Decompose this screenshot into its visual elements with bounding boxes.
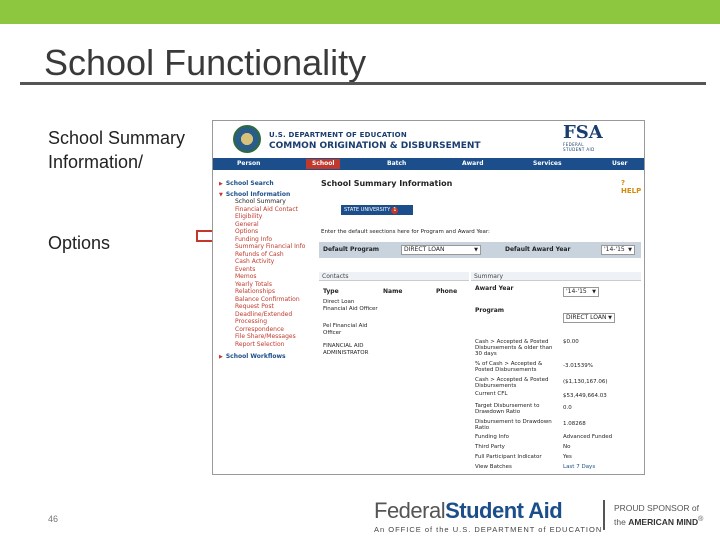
contacts-col-phone: Phone	[436, 288, 458, 295]
dept-seal-icon	[233, 125, 261, 153]
title-underline	[20, 82, 706, 85]
sidebar-item-file-share-messages[interactable]: File Share/Messages	[219, 333, 315, 341]
sidebar-item-memos[interactable]: Memos	[219, 273, 315, 281]
left-caption-school-summary: School Summary Information/	[48, 128, 186, 172]
default-award-year-select[interactable]: '14-'15 ▼	[601, 245, 635, 255]
app-header: U.S. DEPARTMENT OF EDUCATION COMMON ORIG…	[213, 121, 644, 157]
proud-sponsor-text: PROUD SPONSOR of the AMERICAN MIND®	[614, 503, 704, 527]
default-selection-bar: Default Program DIRECT LOAN ▼ Default Awa…	[319, 242, 641, 258]
nav-award[interactable]: Award	[456, 159, 490, 169]
sidebar-item-processing[interactable]: Processing	[219, 318, 315, 326]
main-nav: Person School Batch Award Services User	[213, 158, 644, 170]
dropdown-caret-icon: ▼	[592, 289, 596, 295]
cod-screenshot: U.S. DEPARTMENT OF EDUCATION COMMON ORIG…	[212, 120, 645, 475]
help-link[interactable]: ?HELP	[621, 179, 644, 195]
sidebar-item-relationships[interactable]: Relationships	[219, 288, 315, 296]
contacts-header: Contacts	[319, 272, 469, 281]
sidebar-item-cash-activity[interactable]: Cash Activity	[219, 258, 315, 266]
sidebar-item-funding-info[interactable]: Funding Info	[219, 236, 315, 244]
dept-name: U.S. DEPARTMENT OF EDUCATION	[269, 131, 407, 139]
fsa-logo: FSA FEDERAL STUDENT AID	[563, 122, 603, 153]
summary-award-year-label: Award Year	[475, 285, 514, 292]
slide-title: School Functionality	[44, 42, 367, 83]
nav-batch[interactable]: Batch	[381, 159, 412, 169]
footer-divider	[603, 500, 605, 530]
sidebar-item-correspondence[interactable]: Correspondence	[219, 326, 315, 334]
default-award-year-label: Default Award Year	[505, 246, 571, 253]
help-icon: ?	[621, 179, 626, 187]
sidebar-school-workflows[interactable]: ▶ School Workflows	[219, 352, 315, 363]
nav-school[interactable]: School	[306, 159, 341, 169]
page-number: 46	[48, 514, 59, 524]
summary-program-label: Program	[475, 307, 505, 314]
sidebar-school-information[interactable]: ▼ School Information	[219, 190, 315, 198]
expand-arrow-icon: ▶	[219, 181, 223, 187]
sidebar-item-options[interactable]: Options	[219, 228, 315, 236]
dropdown-caret-icon: ▼	[628, 247, 632, 253]
sidebar-item-refunds-of-cash[interactable]: Refunds of Cash	[219, 251, 315, 259]
page-title: School Summary Information	[321, 179, 453, 188]
sidebar-item-school-summary[interactable]: School Summary	[219, 198, 315, 206]
last-7-days-link[interactable]: Last 7 Days	[563, 464, 595, 470]
dropdown-caret-icon: ▼	[608, 315, 612, 321]
nav-services[interactable]: Services	[527, 159, 568, 169]
sidebar: ▶ School Search ▼ School Information Schoo…	[219, 179, 315, 363]
default-program-label: Default Program	[323, 246, 380, 253]
fsa-footer-logo: FederalStudent Aid An OFFICE of the U.S.…	[374, 498, 603, 534]
sidebar-item-balance-confirmation[interactable]: Balance Confirmation	[219, 296, 315, 304]
contact-type: FINANCIAL AID ADMINISTRATOR	[323, 343, 369, 356]
sidebar-item-general[interactable]: General	[219, 221, 315, 229]
sidebar-item-financial-aid-contact[interactable]: Financial Aid Contact	[219, 206, 315, 214]
app-name: COMMON ORIGINATION & DISBURSEMENT	[269, 141, 481, 151]
dropdown-caret-icon: ▼	[474, 247, 478, 253]
summary-program-select[interactable]: DIRECT LOAN ▼	[563, 313, 615, 323]
collapse-arrow-icon: ▼	[219, 192, 223, 198]
expand-arrow-icon: ▶	[219, 354, 223, 360]
contacts-col-type: Type	[323, 288, 339, 295]
sidebar-item-eligibility[interactable]: Eligibility	[219, 213, 315, 221]
sidebar-item-report-selection[interactable]: Report Selection	[219, 341, 315, 349]
nav-user[interactable]: User	[606, 159, 633, 169]
sidebar-item-deadline-extended[interactable]: Deadline/Extended	[219, 311, 315, 319]
default-program-select[interactable]: DIRECT LOAN ▼	[401, 245, 481, 255]
nav-person[interactable]: Person	[231, 159, 266, 169]
school-name-bar: STATE UNIVERSITY 1	[341, 205, 413, 215]
top-accent-bar	[0, 0, 720, 24]
sidebar-school-search[interactable]: ▶ School Search	[219, 179, 315, 190]
sidebar-item-events[interactable]: Events	[219, 266, 315, 274]
contacts-col-name: Name	[383, 288, 403, 295]
summary-award-year-select[interactable]: '14-'15 ▼	[563, 287, 599, 297]
summary-header: Summary	[471, 272, 641, 281]
contact-type: Pel Financial Aid Officer	[323, 323, 368, 336]
contact-type: Direct Loan Financial Aid Officer	[323, 299, 378, 312]
sidebar-item-yearly-totals[interactable]: Yearly Totals	[219, 281, 315, 289]
sidebar-item-summary-financial-info[interactable]: Summary Financial Info	[219, 243, 315, 251]
instruction-text: Enter the default seections here for Pro…	[321, 229, 490, 235]
sidebar-item-request-post[interactable]: Request Post	[219, 303, 315, 311]
left-caption-options: Options	[48, 233, 111, 253]
alert-badge: 1	[391, 207, 399, 214]
